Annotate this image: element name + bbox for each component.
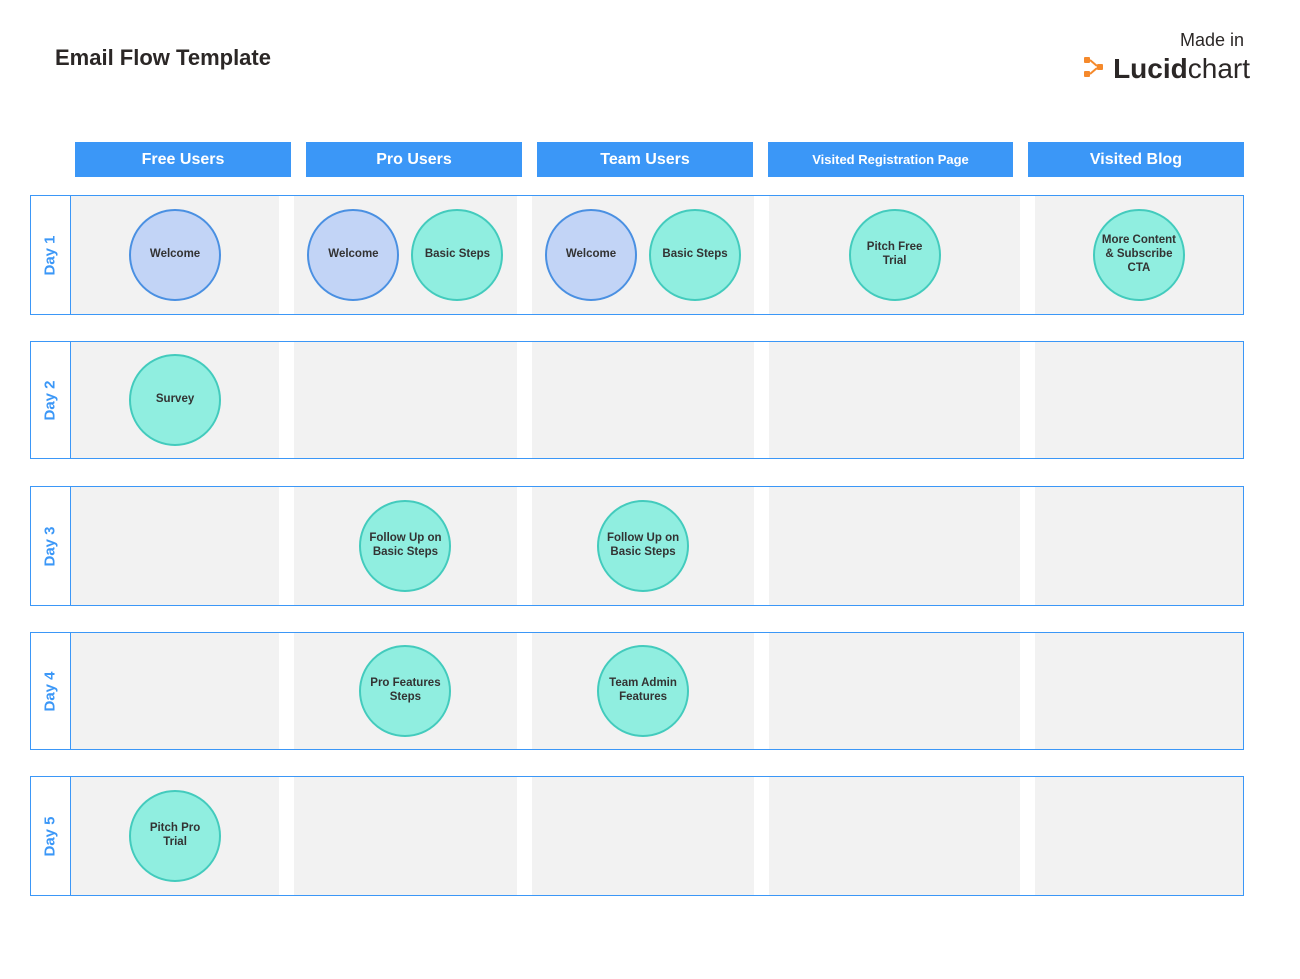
grid-cell: Team Admin Features [532,633,755,749]
row-label: Day 2 [31,342,71,458]
lucidchart-wordmark: Lucidchart [1113,53,1250,85]
swimlane-row: Day 5 Pitch Pro Trial [30,776,1244,896]
row-label: Day 4 [31,633,71,749]
email-node[interactable]: Welcome [129,209,221,301]
grid-cell [769,633,1020,749]
made-in-block: Made in Lucidchart [1081,30,1250,85]
email-node[interactable]: Pitch Pro Trial [129,790,221,882]
column-header: Pro Users [306,142,522,177]
grid-cell [1035,777,1243,895]
column-header: Free Users [75,142,291,177]
swimlane-row: Day 4 Pro Features Steps Team Admin Featur… [30,632,1244,750]
row-body: Pro Features Steps Team Admin Features [71,633,1243,749]
email-node[interactable]: Basic Steps [649,209,741,301]
swimlane-row: Day 3Follow Up on Basic StepsFollow Up o… [30,486,1244,606]
grid-cell [532,342,755,458]
email-node[interactable]: More Content & Subscribe CTA [1093,209,1185,301]
row-label: Day 3 [31,487,71,605]
header: Email Flow Template Made in Lucidchart [0,0,1300,95]
grid-cell: Pitch Free Trial [769,196,1020,314]
grid-cell [294,342,517,458]
grid-cell [769,342,1020,458]
email-node[interactable]: Survey [129,354,221,446]
grid-cell: More Content & Subscribe CTA [1035,196,1243,314]
page-title: Email Flow Template [55,45,271,71]
email-node[interactable]: Pro Features Steps [359,645,451,737]
made-in-label: Made in [1081,30,1244,51]
grid-cell [769,777,1020,895]
email-node[interactable]: Basic Steps [411,209,503,301]
grid-cell: Pro Features Steps [294,633,517,749]
lucidchart-logo: Lucidchart [1081,53,1250,85]
grid-cell [769,487,1020,605]
grid-cell: WelcomeBasic Steps [294,196,517,314]
lucidchart-logo-icon [1081,54,1107,85]
grid-cell: Welcome [71,196,279,314]
grid-cell [1035,342,1243,458]
grid-cell [1035,633,1243,749]
row-label: Day 1 [31,196,71,314]
email-node[interactable]: Follow Up on Basic Steps [597,500,689,592]
grid-cell: Follow Up on Basic Steps [294,487,517,605]
swimlane-row: Day 1WelcomeWelcomeBasic StepsWelcomeBas… [30,195,1244,315]
row-body: Survey [71,342,1243,458]
swimlane-row: Day 2 Survey [30,341,1244,459]
grid-cell: Pitch Pro Trial [71,777,279,895]
grid-cell [532,777,755,895]
grid-cell [1035,487,1243,605]
grid-cell: WelcomeBasic Steps [532,196,755,314]
email-node[interactable]: Follow Up on Basic Steps [359,500,451,592]
column-header: Visited Blog [1028,142,1244,177]
email-node[interactable]: Team Admin Features [597,645,689,737]
email-node[interactable]: Pitch Free Trial [849,209,941,301]
column-header: Visited Registration Page [768,142,1013,177]
grid-cell [71,633,279,749]
column-header: Team Users [537,142,753,177]
row-label: Day 5 [31,777,71,895]
grid-cell: Follow Up on Basic Steps [532,487,755,605]
email-node[interactable]: Welcome [307,209,399,301]
row-body: Pitch Pro Trial [71,777,1243,895]
grid-cell [71,487,279,605]
grid-cell: Survey [71,342,279,458]
grid-cell [294,777,517,895]
row-body: Follow Up on Basic Steps Follow Up on Bas… [71,487,1243,605]
email-node[interactable]: Welcome [545,209,637,301]
row-body: WelcomeWelcomeBasic StepsWelcomeBasic St… [71,196,1243,314]
